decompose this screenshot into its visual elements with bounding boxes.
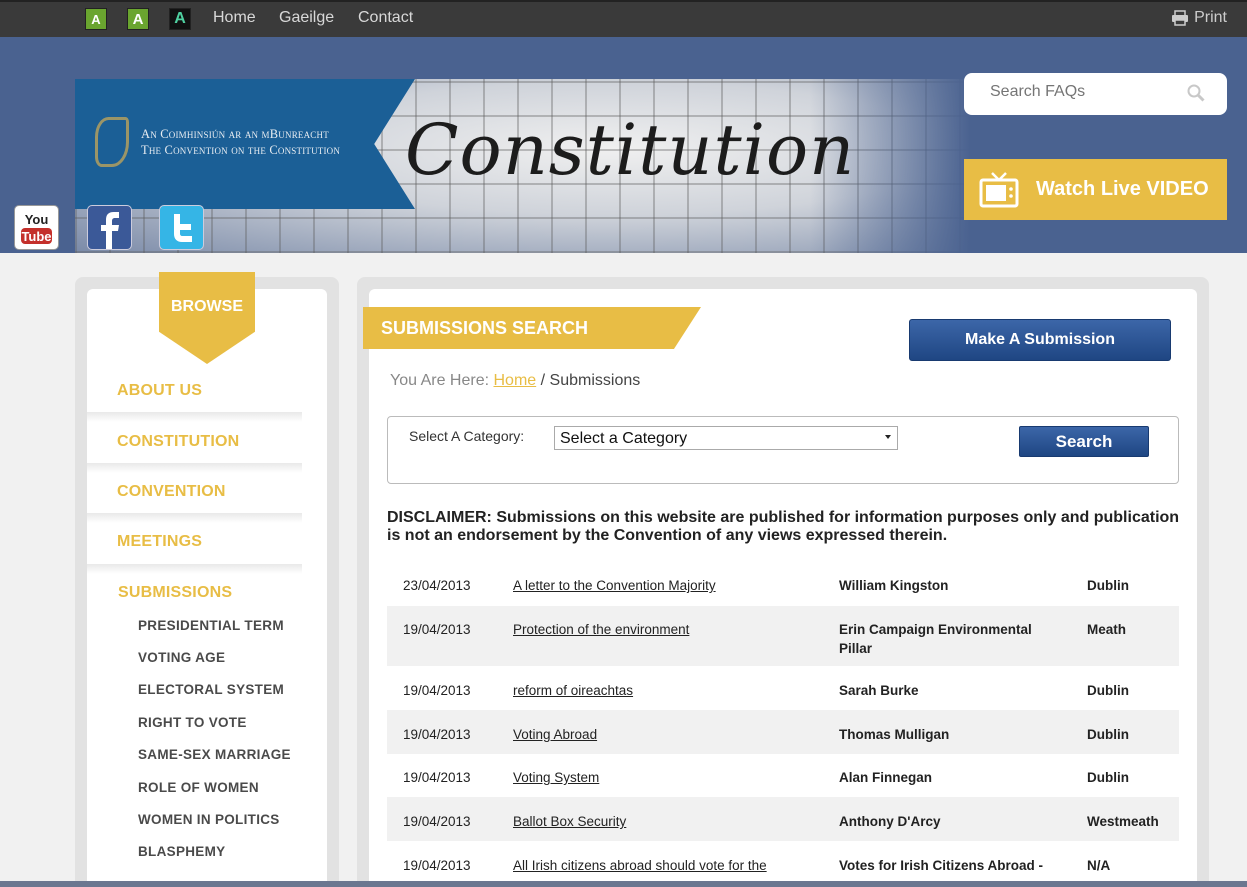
row-name: Thomas Mulligan [839,727,950,742]
faq-search [964,73,1227,115]
sidebar-item-about-us[interactable]: ABOUT US [117,382,202,400]
youtube-icon[interactable]: You Tube [14,205,59,250]
breadcrumb-prefix: You Are Here: [390,372,490,389]
row-place: N/A [1087,858,1111,873]
sidebar-item-convention[interactable]: CONVENTION [117,483,226,501]
breadcrumb-home-link[interactable]: Home [493,372,536,389]
row-date: 19/04/2013 [403,858,471,873]
top-nav-home[interactable]: Home [213,9,256,27]
site-header: Constitution An Coimhinsiún ar an mBunre… [0,37,1247,253]
sidebar-subitem-right-to-vote[interactable]: RIGHT TO VOTE [138,715,247,730]
breadcrumb-current: Submissions [549,372,641,389]
row-place: Dublin [1087,578,1129,593]
watch-live-video-button[interactable]: Watch Live VIDEO [964,159,1227,220]
row-name: Erin Campaign Environmental Pillar [839,622,1032,656]
font-size-medium-button[interactable]: A [127,8,149,30]
sidebar-item-submissions[interactable]: SUBMISSIONS [118,584,232,602]
row-name: William Kingston [839,578,949,593]
table-row: 19/04/2013 Protection of the environment… [387,606,1179,666]
row-name: Votes for Irish Citizens Abroad - [839,858,1044,873]
breadcrumb: You Are Here: Home / Submissions [390,372,640,390]
row-date: 23/04/2013 [403,578,471,593]
row-title-link[interactable]: reform of oireachtas [513,681,813,700]
tv-icon [979,171,1019,207]
category-select[interactable]: Select a Category [554,426,898,450]
browse-label: BROWSE [171,298,243,315]
row-title-link[interactable]: Protection of the environment [513,620,813,639]
row-date: 19/04/2013 [403,683,471,698]
os-taskbar [0,881,1247,887]
search-icon[interactable] [1187,84,1205,102]
row-place: Westmeath [1087,814,1159,829]
top-nav-contact[interactable]: Contact [358,9,413,27]
faq-search-input[interactable] [990,83,1180,101]
row-date: 19/04/2013 [403,622,471,637]
print-button[interactable]: Print [1171,9,1227,27]
sidebar-item-meetings[interactable]: MEETINGS [117,533,202,551]
row-name: Sarah Burke [839,683,919,698]
svg-text:Tube: Tube [21,229,51,244]
twitter-icon[interactable] [159,205,204,250]
row-date: 19/04/2013 [403,770,471,785]
sidebar-subitem-voting-age[interactable]: VOTING AGE [138,650,225,665]
row-date: 19/04/2013 [403,727,471,742]
sidebar-subitem-blasphemy[interactable]: BLASPHEMY [138,844,225,859]
facebook-icon[interactable] [87,205,132,250]
row-name: Alan Finnegan [839,770,933,785]
constitution-script-text: Constitution [405,109,856,191]
row-title-link[interactable]: A letter to the Convention Majority [513,576,813,595]
make-submission-button[interactable]: Make A Submission [909,319,1171,361]
top-bar: A A A Home Gaeilge Contact Print [0,0,1247,37]
search-button[interactable]: Search [1019,426,1149,457]
top-nav-gaeilge[interactable]: Gaeilge [279,9,334,27]
row-name: Anthony D'Arcy [839,814,941,829]
print-label: Print [1194,9,1227,26]
sidebar-subitem-role-of-women[interactable]: ROLE OF WOMEN [138,780,259,795]
chevron-down-icon[interactable] [885,435,891,439]
sidebar-subitem-electoral-system[interactable]: ELECTORAL SYSTEM [138,682,284,697]
row-place: Dublin [1087,770,1129,785]
breadcrumb-separator: / [540,372,546,389]
harp-icon [95,117,129,167]
category-label: Select A Category: [409,428,525,444]
table-row: 23/04/2013 A letter to the Convention Ma… [387,562,1179,606]
sidebar-item-constitution[interactable]: CONSTITUTION [117,433,239,451]
font-size-contrast-button[interactable]: A [169,8,191,30]
table-row: 19/04/2013 Ballot Box Security Anthony D… [387,797,1179,841]
watch-live-video-label: Watch Live VIDEO [1036,178,1209,200]
disclaimer-text: DISCLAIMER: Submissions on this website … [387,509,1180,544]
table-row: 19/04/2013 reform of oireachtas Sarah Bu… [387,666,1179,710]
row-place: Dublin [1087,727,1129,742]
page-title: SUBMISSIONS SEARCH [381,318,589,338]
row-title-link[interactable]: Ballot Box Security [513,812,813,831]
svg-text:You: You [25,212,49,227]
sidebar-subitem-women-in-politics[interactable]: WOMEN IN POLITICS [138,812,280,827]
org-name[interactable]: An Coimhinsiún ar an mBunreacht The Conv… [141,126,340,158]
font-size-small-button[interactable]: A [85,8,107,30]
table-row: 19/04/2013 Voting System Alan Finnegan D… [387,754,1179,797]
row-title-link[interactable]: Voting Abroad [513,725,813,744]
table-row: 19/04/2013 All Irish citizens abroad sho… [387,841,1179,881]
printer-icon [1172,10,1189,26]
row-title-link[interactable]: Voting System [513,768,813,787]
table-row: 19/04/2013 Voting Abroad Thomas Mulligan… [387,710,1179,754]
row-date: 19/04/2013 [403,814,471,829]
row-place: Meath [1087,622,1127,637]
row-title-link[interactable]: All Irish citizens abroad should vote fo… [513,856,813,875]
sidebar-subitem-same-sex-marriage[interactable]: SAME-SEX MARRIAGE [138,747,291,762]
sidebar-subitem-presidential-term[interactable]: PRESIDENTIAL TERM [138,618,284,633]
row-place: Dublin [1087,683,1129,698]
